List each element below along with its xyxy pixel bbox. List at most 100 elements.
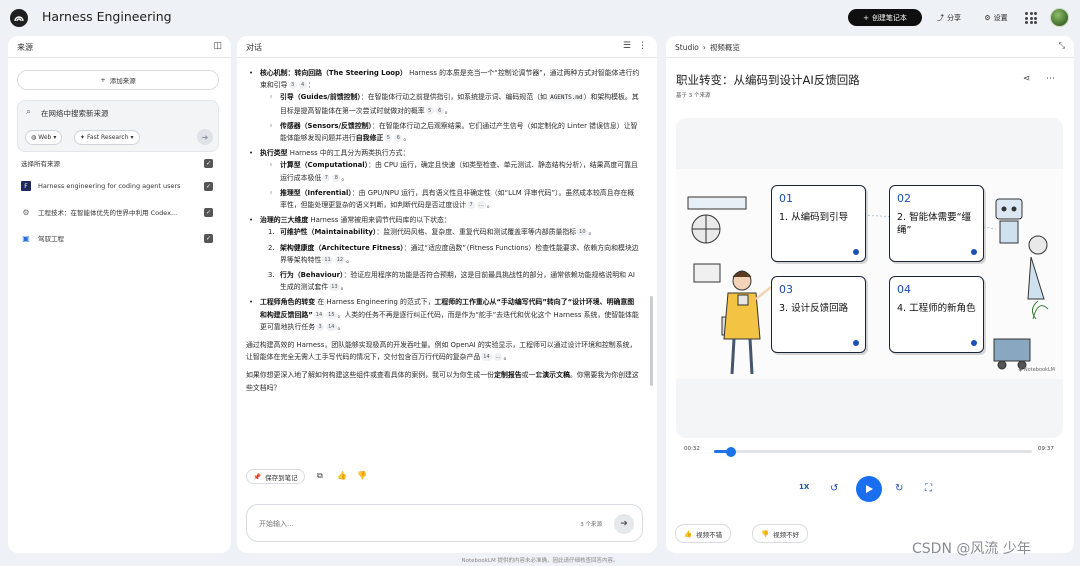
rewind-10-icon[interactable]: ↺ (830, 483, 838, 494)
time-current: 00:32 (684, 446, 700, 452)
source-item-label: Harness engineering for coding agent use… (38, 182, 181, 190)
list-item: 3. 行为（Behaviour）：验证应用程序的功能是否符合预期，这是目前最具挑战… (268, 271, 635, 292)
play-button[interactable] (856, 476, 882, 502)
checkbox-checked-icon[interactable]: ✓ (204, 207, 213, 217)
citation-chip[interactable]: 14 (313, 310, 325, 319)
progress-slider[interactable] (714, 446, 1032, 457)
citation-chip[interactable]: 11 (322, 255, 333, 264)
more-horiz-icon[interactable]: ⋯ (1046, 74, 1055, 84)
source-count: 3 个来源 (580, 522, 602, 528)
research-mode-chip[interactable]: ✦ Fast Research ▾ (74, 130, 140, 145)
collapse-icon[interactable]: ⤡ (1059, 41, 1065, 51)
thumb-up-icon[interactable]: 👍 (337, 471, 347, 480)
citation-chip[interactable]: 12 (334, 255, 346, 264)
citation-chip[interactable]: 15 (326, 310, 337, 319)
collapse-panel-icon[interactable]: ◫ (213, 41, 222, 51)
engineer-illustration (687, 196, 1049, 375)
citation-chip[interactable]: 13 (329, 283, 340, 292)
citation-chip[interactable]: 3 (288, 81, 297, 90)
card-text: 3. 设计反馈回路 (779, 303, 849, 314)
forward-10-icon[interactable]: ↻ (895, 483, 903, 494)
checkbox-checked-icon[interactable]: ✓ (204, 181, 213, 191)
citation-chip[interactable]: 10 (577, 228, 588, 237)
web-search-box[interactable]: ⌕ 在网络中搜索新来源 ◍ Web ▾ ✦ Fast Research ▾ ➜ (17, 100, 219, 152)
list-item: • 执行类型 Harness 中的工具分为两类执行方式： (249, 149, 410, 158)
video-player[interactable]: 01 1. 从编码到引导 02 2. 智能体需要“缰绳” 03 3. 设计反馈回… (676, 118, 1063, 438)
citation-chip[interactable]: ... (477, 201, 486, 210)
topic-card-2: 02 2. 智能体需要“缰绳” (889, 185, 984, 262)
notebook-title[interactable]: Harness Engineering (42, 9, 172, 24)
arrow-right-icon: ➜ (201, 132, 209, 142)
thumb-down-button[interactable]: 👎 视频不好 (752, 524, 809, 543)
apps-grid-icon[interactable] (1024, 11, 1038, 25)
source-logo-icon: F (21, 181, 31, 191)
source-item[interactable]: F Harness engineering for coding agent u… (21, 179, 213, 193)
submit-search-button[interactable]: ➜ (197, 129, 213, 145)
card-dot (853, 249, 859, 255)
citation-chip[interactable]: 6 (394, 134, 403, 143)
search-input[interactable]: 在网络中搜索新来源 (41, 108, 109, 119)
source-item-label: 工程技术：在智能体优先的世界中利用 Codex... (38, 209, 178, 217)
openai-logo-icon: ⚙ (22, 207, 30, 217)
citation-chip[interactable]: ... (493, 353, 503, 362)
citation-chip[interactable]: 5 (425, 106, 434, 115)
add-source-button[interactable]: + 添加来源 (17, 70, 219, 90)
list-item: • 核心机制：转向回路（The Steering Loop） Harness 的本… (249, 69, 640, 90)
select-all-row[interactable]: 选择所有来源 ✓ (21, 156, 213, 170)
progress-handle[interactable] (726, 446, 737, 457)
citation-chip[interactable]: 6 (435, 106, 444, 115)
save-to-note-button[interactable]: 📌 保存到笔记 (246, 469, 305, 484)
send-button[interactable]: ➜ (614, 514, 634, 534)
breadcrumb-studio[interactable]: Studio (675, 43, 699, 52)
card-dot (971, 249, 977, 255)
create-notebook-button[interactable]: + 创建笔记本 (848, 9, 922, 26)
fullscreen-icon[interactable]: ⛶ (925, 483, 932, 494)
tune-icon[interactable]: ☰ (623, 41, 631, 51)
citation-chip[interactable]: 7 (467, 201, 476, 210)
plus-icon: + (863, 13, 869, 22)
checkbox-checked-icon[interactable]: ✓ (204, 158, 213, 168)
citation-chip[interactable]: 14 (326, 322, 337, 331)
card-number: 04 (897, 283, 911, 296)
create-label: 创建笔记本 (871, 13, 907, 22)
citation-chip[interactable]: 14 (481, 353, 492, 362)
citation-chip[interactable]: 5 (384, 134, 393, 143)
chevron-down-icon: ▾ (53, 134, 57, 141)
thumb-down-icon[interactable]: 👎 (357, 471, 367, 480)
scrollbar[interactable] (650, 296, 653, 386)
add-source-label: 添加来源 (109, 77, 136, 85)
web-chip[interactable]: ◍ Web ▾ (25, 130, 63, 145)
settings-button[interactable]: ⚙ 设置 (976, 9, 1016, 26)
web-chip-label: Web (38, 134, 52, 141)
citation-chip[interactable]: 4 (298, 81, 307, 90)
chat-title: 对话 (246, 43, 262, 52)
search-icon: ⌕ (26, 107, 32, 117)
gear-icon: ⚙ (984, 13, 991, 22)
notebooklm-logo-icon[interactable] (10, 9, 28, 27)
avatar[interactable] (1050, 8, 1069, 27)
chat-header: 对话 ☰ ⋮ (237, 36, 657, 58)
citation-chip[interactable]: 8 (332, 173, 341, 182)
copy-icon[interactable]: ⧉ (317, 471, 323, 481)
checkbox-checked-icon[interactable]: ✓ (204, 233, 213, 243)
citation-chip[interactable]: 3 (316, 322, 325, 331)
topic-card-3: 03 3. 设计反馈回路 (771, 276, 866, 353)
card-text: 2. 智能体需要“缰绳” (897, 212, 972, 236)
more-vert-icon[interactable]: ⋮ (638, 41, 647, 51)
plus-icon: + (100, 76, 106, 84)
source-item[interactable]: ▣ 驾驭工程 ✓ (21, 231, 213, 245)
sparkle-icon: ✦ (80, 134, 86, 141)
card-number: 02 (897, 192, 911, 205)
select-all-label: 选择所有来源 (21, 160, 60, 168)
thumb-up-label: 视频不错 (696, 530, 723, 539)
share-button[interactable]: ⤴ 分享 (928, 9, 970, 26)
card-dot (971, 340, 977, 346)
citation-chip[interactable]: 7 (322, 173, 331, 182)
top-bar: Harness Engineering + 创建笔记本 ⤴ 分享 ⚙ 设置 (0, 0, 1080, 34)
chat-input[interactable]: 开始输入... 3 个来源 ➜ (246, 504, 643, 542)
share-icon[interactable]: ⋖ (1023, 74, 1031, 84)
source-item[interactable]: ⚙ 工程技术：在智能体优先的世界中利用 Codex... ✓ (21, 205, 213, 219)
breadcrumb: Studio › 视频概览 (675, 42, 740, 53)
playback-speed-button[interactable]: 1X (799, 483, 809, 491)
thumb-up-button[interactable]: 👍 视频不错 (675, 524, 732, 543)
